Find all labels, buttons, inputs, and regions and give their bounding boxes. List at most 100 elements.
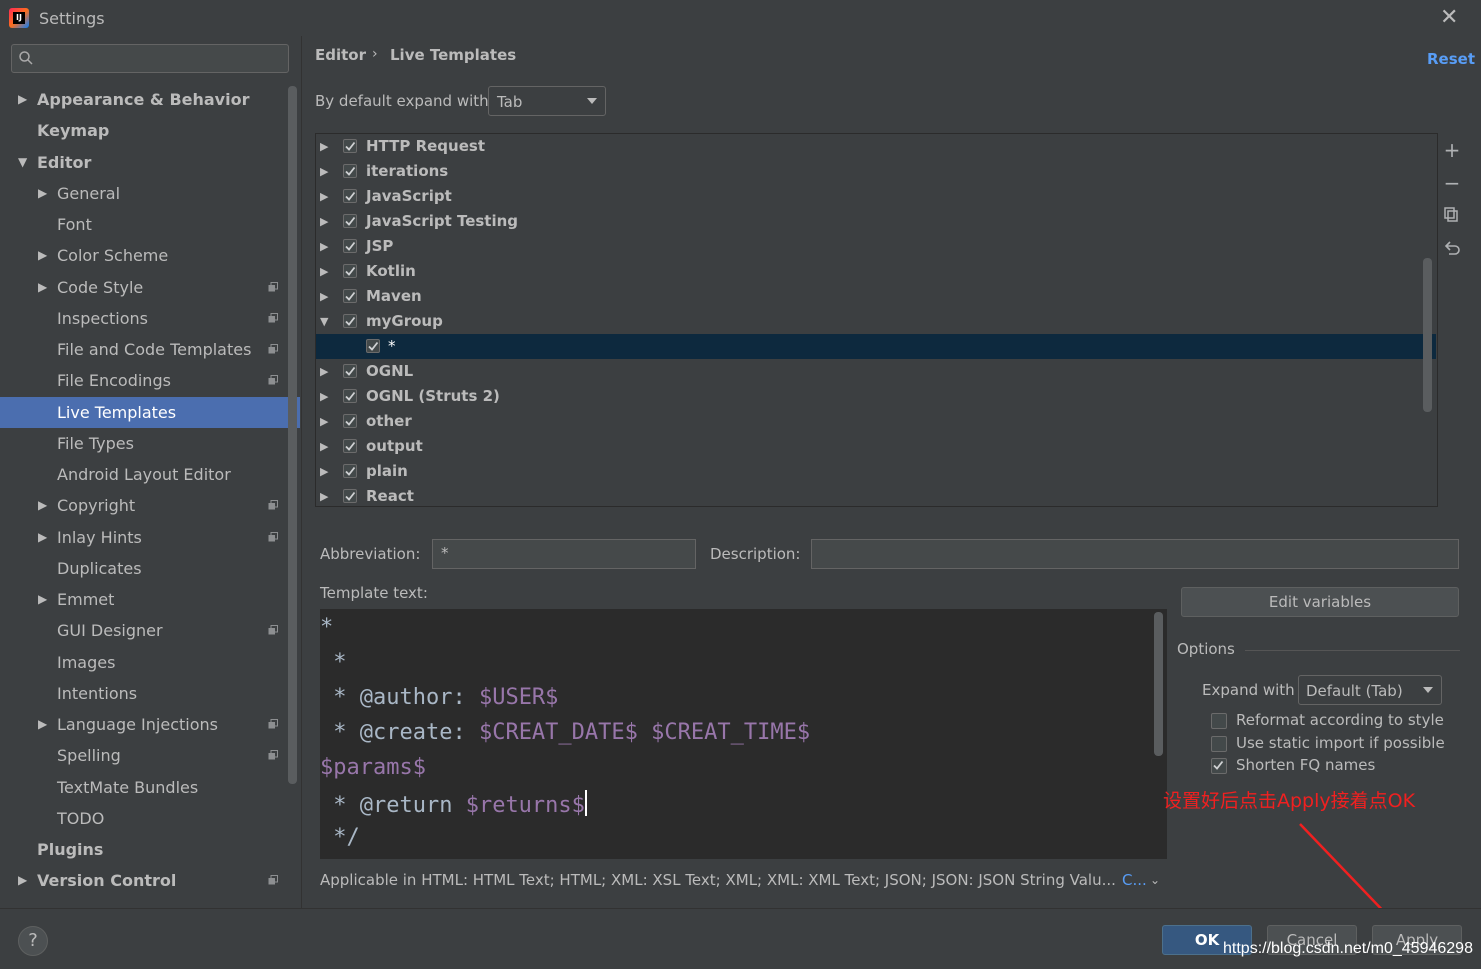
template-checkbox[interactable]: [343, 439, 357, 453]
default-expand-select[interactable]: Tab: [488, 86, 606, 116]
collapse-arrow-icon[interactable]: ▶: [320, 234, 328, 259]
collapse-arrow-icon[interactable]: ▶: [320, 259, 328, 284]
option-checkbox[interactable]: [1211, 735, 1227, 752]
sidebar-item-todo[interactable]: TODO: [0, 803, 300, 834]
collapse-arrow-icon[interactable]: ▶: [320, 134, 328, 159]
sidebar-item-gui-designer[interactable]: GUI Designer: [0, 615, 300, 646]
sidebar-item-intentions[interactable]: Intentions: [0, 678, 300, 709]
search-input[interactable]: [11, 44, 289, 73]
sidebar-item-file-types[interactable]: File Types: [0, 428, 300, 459]
sidebar-item-inspections[interactable]: Inspections: [0, 303, 300, 334]
sidebar-item-images[interactable]: Images: [0, 647, 300, 678]
expand-arrow-icon[interactable]: ▼: [18, 147, 27, 178]
collapse-arrow-icon[interactable]: ▶: [38, 522, 47, 553]
collapse-arrow-icon[interactable]: ▶: [38, 584, 47, 615]
copy-icon[interactable]: [1443, 206, 1461, 224]
template-checkbox[interactable]: [343, 414, 357, 428]
editor-scrollbar[interactable]: [1154, 612, 1163, 756]
sidebar-item-plugins[interactable]: Plugins: [0, 834, 300, 865]
sidebar-item-live-templates[interactable]: Live Templates: [0, 396, 300, 428]
breadcrumb-editor[interactable]: Editor: [315, 46, 366, 64]
template-group-row[interactable]: ▶ OGNL: [316, 359, 1436, 384]
sidebar-item-file-encodings[interactable]: File Encodings: [0, 365, 300, 396]
template-group-row[interactable]: ▼ myGroup: [316, 309, 1436, 334]
collapse-arrow-icon[interactable]: ▶: [38, 490, 47, 521]
template-group-row[interactable]: ▶ plain: [316, 459, 1436, 484]
collapse-arrow-icon[interactable]: ▶: [320, 209, 328, 234]
expand-with-select[interactable]: Default (Tab): [1298, 675, 1442, 705]
collapse-arrow-icon[interactable]: ▶: [38, 272, 47, 303]
abbreviation-input[interactable]: *: [432, 539, 696, 569]
sidebar-item-editor[interactable]: ▼ Editor: [0, 147, 300, 178]
template-checkbox[interactable]: [343, 214, 357, 228]
collapse-arrow-icon[interactable]: ▶: [320, 359, 328, 384]
template-checkbox[interactable]: [366, 339, 380, 353]
template-group-row[interactable]: ▶ JavaScript Testing: [316, 209, 1436, 234]
template-group-row[interactable]: ▶ HTTP Request: [316, 134, 1436, 159]
template-group-row[interactable]: ▶ output: [316, 434, 1436, 459]
help-button[interactable]: ?: [18, 926, 48, 956]
edit-variables-button[interactable]: Edit variables: [1181, 587, 1459, 617]
template-group-row[interactable]: ▶ other: [316, 409, 1436, 434]
undo-icon[interactable]: [1443, 239, 1461, 257]
sidebar-item-general[interactable]: ▶ General: [0, 178, 300, 209]
change-contexts-link[interactable]: C...: [1122, 871, 1147, 889]
reset-link[interactable]: Reset: [1427, 50, 1475, 68]
sidebar-item-duplicates[interactable]: Duplicates: [0, 553, 300, 584]
template-item[interactable]: *: [316, 334, 1436, 359]
template-text-editor[interactable]: * * * @author: $USER$ * @create: $CREAT_…: [320, 609, 1167, 859]
sidebar-item-language-injections[interactable]: ▶ Language Injections: [0, 709, 300, 740]
sidebar-item-inlay-hints[interactable]: ▶ Inlay Hints: [0, 522, 300, 553]
plus-icon[interactable]: +: [1443, 140, 1461, 160]
collapse-arrow-icon[interactable]: ▶: [320, 384, 328, 409]
sidebar-item-file-and-code-templates[interactable]: File and Code Templates: [0, 334, 300, 365]
expand-arrow-icon[interactable]: ▼: [320, 309, 328, 334]
chevron-down-icon[interactable]: ⌄: [1150, 873, 1160, 887]
sidebar-scrollbar[interactable]: [288, 86, 297, 784]
minus-icon[interactable]: −: [1443, 173, 1461, 193]
sidebar-item-code-style[interactable]: ▶ Code Style: [0, 272, 300, 303]
template-checkbox[interactable]: [343, 464, 357, 478]
option-checkbox[interactable]: [1211, 713, 1227, 729]
template-group-row[interactable]: ▶ iterations: [316, 159, 1436, 184]
tree-scrollbar[interactable]: [1423, 258, 1432, 412]
template-checkbox[interactable]: [343, 289, 357, 303]
sidebar-item-spelling[interactable]: Spelling: [0, 740, 300, 771]
template-checkbox[interactable]: [343, 264, 357, 278]
collapse-arrow-icon[interactable]: ▶: [38, 178, 47, 209]
template-checkbox[interactable]: [343, 314, 357, 328]
collapse-arrow-icon[interactable]: ▶: [320, 409, 328, 434]
sidebar-item-emmet[interactable]: ▶ Emmet: [0, 584, 300, 615]
collapse-arrow-icon[interactable]: ▶: [38, 709, 47, 740]
collapse-arrow-icon[interactable]: ▶: [18, 84, 27, 115]
sidebar-item-copyright[interactable]: ▶ Copyright: [0, 490, 300, 521]
template-group-row[interactable]: ▶ JavaScript: [316, 184, 1436, 209]
sidebar-item-android-layout-editor[interactable]: Android Layout Editor: [0, 459, 300, 490]
template-checkbox[interactable]: [343, 239, 357, 253]
collapse-arrow-icon[interactable]: ▶: [320, 434, 328, 459]
close-icon[interactable]: ✕: [1440, 5, 1458, 30]
template-group-row[interactable]: ▶ Kotlin: [316, 259, 1436, 284]
collapse-arrow-icon[interactable]: ▶: [320, 484, 328, 506]
collapse-arrow-icon[interactable]: ▶: [320, 284, 328, 309]
collapse-arrow-icon[interactable]: ▶: [320, 159, 328, 184]
sidebar-item-color-scheme[interactable]: ▶ Color Scheme: [0, 240, 300, 271]
template-checkbox[interactable]: [343, 189, 357, 203]
collapse-arrow-icon[interactable]: ▶: [38, 240, 47, 271]
collapse-arrow-icon[interactable]: ▶: [18, 865, 27, 896]
sidebar-item-keymap[interactable]: Keymap: [0, 115, 300, 146]
collapse-arrow-icon[interactable]: ▶: [320, 184, 328, 209]
template-checkbox[interactable]: [343, 139, 357, 153]
template-group-row[interactable]: ▶ OGNL (Struts 2): [316, 384, 1436, 409]
description-input[interactable]: [811, 539, 1459, 569]
collapse-arrow-icon[interactable]: ▶: [320, 459, 328, 484]
option-checkbox[interactable]: [1211, 758, 1227, 774]
template-group-row[interactable]: ▶ JSP: [316, 234, 1436, 259]
sidebar-item-textmate-bundles[interactable]: TextMate Bundles: [0, 772, 300, 803]
sidebar-item-appearance-behavior[interactable]: ▶ Appearance & Behavior: [0, 84, 300, 115]
sidebar-item-version-control[interactable]: ▶ Version Control: [0, 865, 300, 896]
template-checkbox[interactable]: [343, 389, 357, 403]
template-group-row[interactable]: ▶ React: [316, 484, 1436, 506]
template-group-row[interactable]: ▶ Maven: [316, 284, 1436, 309]
template-checkbox[interactable]: [343, 489, 357, 503]
